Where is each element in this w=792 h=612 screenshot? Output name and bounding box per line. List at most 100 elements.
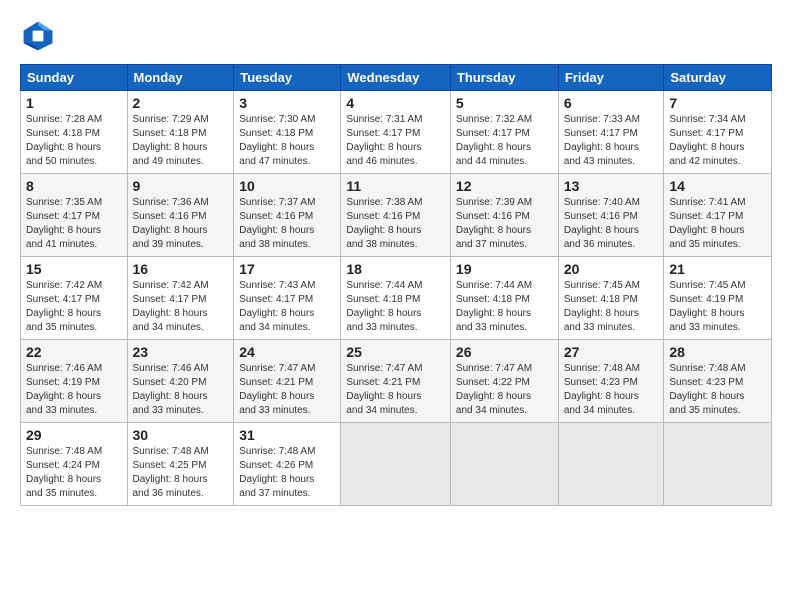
calendar-week-2: 15 Sunrise: 7:42 AMSunset: 4:17 PMDayligh…	[21, 257, 772, 340]
day-info: Sunrise: 7:31 AMSunset: 4:17 PMDaylight:…	[346, 113, 445, 169]
calendar-cell: 5Sunrise: 7:32 AMSunset: 4:17 PMDaylight…	[450, 91, 558, 174]
calendar-cell: 30 Sunrise: 7:48 AMSunset: 4:25 PMDayligh…	[127, 423, 234, 506]
day-number: 17	[239, 261, 335, 277]
calendar-cell: 25 Sunrise: 7:47 AMSunset: 4:21 PMDayligh…	[341, 340, 451, 423]
day-info: Sunrise: 7:48 AMSunset: 4:26 PMDaylight:…	[239, 445, 335, 501]
day-info: Sunrise: 7:47 AMSunset: 4:21 PMDaylight:…	[239, 362, 335, 418]
calendar-cell: 7 Sunrise: 7:34 AMSunset: 4:17 PMDaylight…	[664, 91, 772, 174]
calendar-week-0: 1 Sunrise: 7:28 AMSunset: 4:18 PMDaylight…	[21, 91, 772, 174]
calendar-cell	[558, 423, 664, 506]
day-info: Sunrise: 7:45 AMSunset: 4:18 PMDaylight:…	[564, 279, 659, 335]
calendar-week-1: 8 Sunrise: 7:35 AMSunset: 4:17 PMDaylight…	[21, 174, 772, 257]
calendar-cell: 21 Sunrise: 7:45 AMSunset: 4:19 PMDayligh…	[664, 257, 772, 340]
calendar-cell: 16 Sunrise: 7:42 AMSunset: 4:17 PMDayligh…	[127, 257, 234, 340]
weekday-header-saturday: Saturday	[664, 65, 772, 91]
day-info: Sunrise: 7:48 AMSunset: 4:23 PMDaylight:…	[564, 362, 659, 418]
day-info: Sunrise: 7:45 AMSunset: 4:19 PMDaylight:…	[669, 279, 766, 335]
header	[20, 18, 772, 54]
day-number: 14	[669, 178, 766, 194]
day-number: 6	[564, 95, 659, 111]
calendar-cell: 11 Sunrise: 7:38 AMSunset: 4:16 PMDayligh…	[341, 174, 451, 257]
day-number: 5	[456, 95, 553, 111]
day-info: Sunrise: 7:46 AMSunset: 4:19 PMDaylight:…	[26, 362, 122, 418]
page: SundayMondayTuesdayWednesdayThursdayFrid…	[0, 0, 792, 612]
day-number: 8	[26, 178, 122, 194]
calendar-cell: 17 Sunrise: 7:43 AMSunset: 4:17 PMDayligh…	[234, 257, 341, 340]
calendar-cell: 24 Sunrise: 7:47 AMSunset: 4:21 PMDayligh…	[234, 340, 341, 423]
calendar-cell: 27Sunrise: 7:48 AMSunset: 4:23 PMDayligh…	[558, 340, 664, 423]
calendar-cell: 23 Sunrise: 7:46 AMSunset: 4:20 PMDayligh…	[127, 340, 234, 423]
day-number: 29	[26, 427, 122, 443]
calendar-cell: 13 Sunrise: 7:40 AMSunset: 4:16 PMDayligh…	[558, 174, 664, 257]
day-number: 28	[669, 344, 766, 360]
day-info: Sunrise: 7:48 AMSunset: 4:24 PMDaylight:…	[26, 445, 122, 501]
day-number: 13	[564, 178, 659, 194]
weekday-header-wednesday: Wednesday	[341, 65, 451, 91]
day-number: 2	[133, 95, 229, 111]
day-info: Sunrise: 7:41 AMSunset: 4:17 PMDaylight:…	[669, 196, 766, 252]
day-number: 10	[239, 178, 335, 194]
day-info: Sunrise: 7:47 AMSunset: 4:21 PMDaylight:…	[346, 362, 445, 418]
day-info: Sunrise: 7:42 AMSunset: 4:17 PMDaylight:…	[26, 279, 122, 335]
day-number: 1	[26, 95, 122, 111]
calendar-cell: 18Sunrise: 7:44 AMSunset: 4:18 PMDayligh…	[341, 257, 451, 340]
calendar-cell: 31 Sunrise: 7:48 AMSunset: 4:26 PMDayligh…	[234, 423, 341, 506]
day-number: 4	[346, 95, 445, 111]
day-number: 12	[456, 178, 553, 194]
day-info: Sunrise: 7:35 AMSunset: 4:17 PMDaylight:…	[26, 196, 122, 252]
day-number: 23	[133, 344, 229, 360]
day-info: Sunrise: 7:40 AMSunset: 4:16 PMDaylight:…	[564, 196, 659, 252]
day-info: Sunrise: 7:47 AMSunset: 4:22 PMDaylight:…	[456, 362, 553, 418]
day-info: Sunrise: 7:33 AMSunset: 4:17 PMDaylight:…	[564, 113, 659, 169]
day-info: Sunrise: 7:34 AMSunset: 4:17 PMDaylight:…	[669, 113, 766, 169]
calendar-body: 1 Sunrise: 7:28 AMSunset: 4:18 PMDaylight…	[21, 91, 772, 506]
day-number: 19	[456, 261, 553, 277]
day-info: Sunrise: 7:43 AMSunset: 4:17 PMDaylight:…	[239, 279, 335, 335]
day-info: Sunrise: 7:48 AMSunset: 4:25 PMDaylight:…	[133, 445, 229, 501]
calendar-cell: 14 Sunrise: 7:41 AMSunset: 4:17 PMDayligh…	[664, 174, 772, 257]
calendar-cell: 15 Sunrise: 7:42 AMSunset: 4:17 PMDayligh…	[21, 257, 128, 340]
day-number: 15	[26, 261, 122, 277]
calendar-week-4: 29 Sunrise: 7:48 AMSunset: 4:24 PMDayligh…	[21, 423, 772, 506]
day-number: 24	[239, 344, 335, 360]
calendar-cell: 22Sunrise: 7:46 AMSunset: 4:19 PMDayligh…	[21, 340, 128, 423]
calendar-cell	[450, 423, 558, 506]
day-info: Sunrise: 7:39 AMSunset: 4:16 PMDaylight:…	[456, 196, 553, 252]
day-number: 9	[133, 178, 229, 194]
day-number: 21	[669, 261, 766, 277]
day-info: Sunrise: 7:44 AMSunset: 4:18 PMDaylight:…	[346, 279, 445, 335]
weekday-header-friday: Friday	[558, 65, 664, 91]
calendar-cell: 12 Sunrise: 7:39 AMSunset: 4:16 PMDayligh…	[450, 174, 558, 257]
day-number: 31	[239, 427, 335, 443]
day-info: Sunrise: 7:42 AMSunset: 4:17 PMDaylight:…	[133, 279, 229, 335]
day-info: Sunrise: 7:30 AMSunset: 4:18 PMDaylight:…	[239, 113, 335, 169]
calendar-week-3: 22Sunrise: 7:46 AMSunset: 4:19 PMDayligh…	[21, 340, 772, 423]
day-number: 11	[346, 178, 445, 194]
calendar-cell: 1 Sunrise: 7:28 AMSunset: 4:18 PMDaylight…	[21, 91, 128, 174]
day-info: Sunrise: 7:28 AMSunset: 4:18 PMDaylight:…	[26, 113, 122, 169]
weekday-header-sunday: Sunday	[21, 65, 128, 91]
weekday-row: SundayMondayTuesdayWednesdayThursdayFrid…	[21, 65, 772, 91]
calendar-cell: 9 Sunrise: 7:36 AMSunset: 4:16 PMDaylight…	[127, 174, 234, 257]
calendar-cell: 2Sunrise: 7:29 AMSunset: 4:18 PMDaylight…	[127, 91, 234, 174]
calendar-cell: 20 Sunrise: 7:45 AMSunset: 4:18 PMDayligh…	[558, 257, 664, 340]
day-number: 16	[133, 261, 229, 277]
weekday-header-monday: Monday	[127, 65, 234, 91]
day-number: 7	[669, 95, 766, 111]
day-info: Sunrise: 7:46 AMSunset: 4:20 PMDaylight:…	[133, 362, 229, 418]
calendar-cell	[664, 423, 772, 506]
weekday-header-tuesday: Tuesday	[234, 65, 341, 91]
calendar-cell: 29 Sunrise: 7:48 AMSunset: 4:24 PMDayligh…	[21, 423, 128, 506]
day-info: Sunrise: 7:48 AMSunset: 4:23 PMDaylight:…	[669, 362, 766, 418]
calendar-cell	[341, 423, 451, 506]
day-info: Sunrise: 7:38 AMSunset: 4:16 PMDaylight:…	[346, 196, 445, 252]
calendar-cell: 19Sunrise: 7:44 AMSunset: 4:18 PMDayligh…	[450, 257, 558, 340]
logo	[20, 18, 60, 54]
day-number: 20	[564, 261, 659, 277]
day-number: 30	[133, 427, 229, 443]
day-info: Sunrise: 7:36 AMSunset: 4:16 PMDaylight:…	[133, 196, 229, 252]
calendar-cell: 8 Sunrise: 7:35 AMSunset: 4:17 PMDaylight…	[21, 174, 128, 257]
logo-icon	[20, 18, 56, 54]
calendar-cell: 3Sunrise: 7:30 AMSunset: 4:18 PMDaylight…	[234, 91, 341, 174]
day-number: 25	[346, 344, 445, 360]
